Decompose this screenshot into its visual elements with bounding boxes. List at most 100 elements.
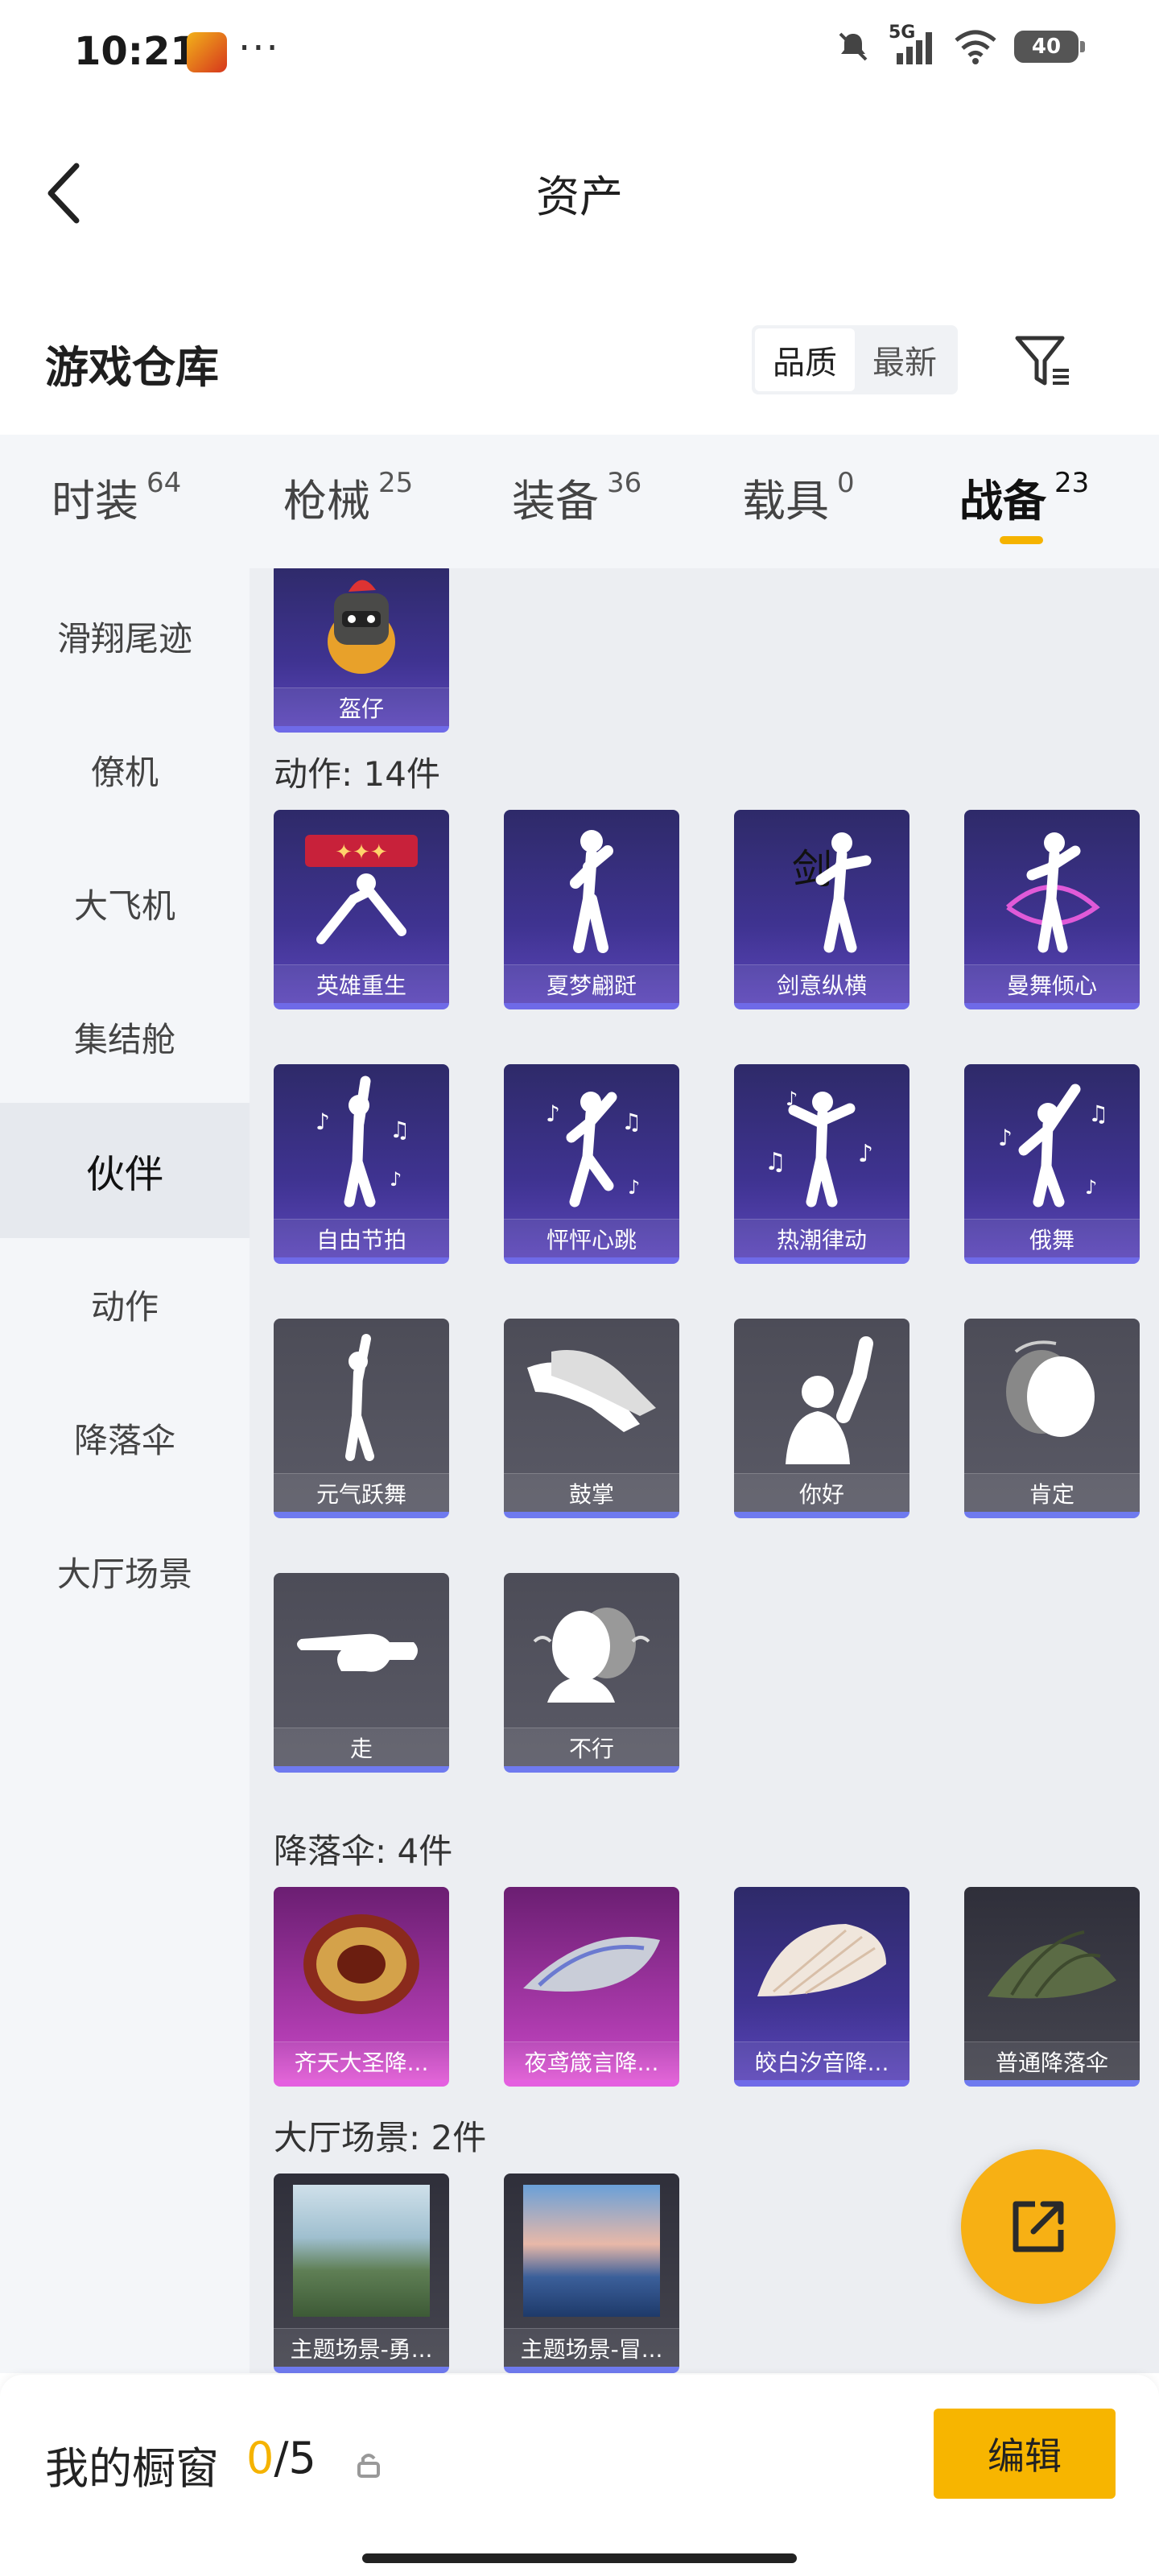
tab-label: 战备 — [959, 476, 1046, 526]
svg-text:✦✦✦: ✦✦✦ — [335, 840, 387, 865]
filter-icon — [1015, 336, 1069, 386]
showcase-count: 0/5 — [246, 2433, 316, 2483]
showcase-label: 我的橱窗 — [45, 2443, 219, 2494]
showcase-current: 0 — [246, 2433, 274, 2483]
item-name: 怦怦心跳 — [504, 1219, 679, 1257]
jump-dance-image — [274, 1319, 449, 1473]
sidebar-item-glide-trail[interactable]: 滑翔尾迹 — [0, 568, 250, 704]
external-link-icon — [1013, 2201, 1064, 2252]
item-name: 你好 — [734, 1473, 909, 1512]
item-tile-action[interactable]: 剑 剑意纵横 — [734, 810, 909, 1009]
app-header: 资产 — [0, 105, 1159, 274]
warehouse-title: 游戏仓库 — [45, 342, 219, 393]
showcase-bar: 我的橱窗 0/5 编辑 — [0, 2375, 1159, 2576]
dancer-notes-image: ♫ ♪ ♪ — [734, 1064, 909, 1219]
golden-parachute-image — [274, 1887, 449, 2041]
item-tile-action[interactable]: 不行 — [504, 1573, 679, 1773]
item-tile-lobby-scene[interactable]: 主题场景-冒... — [504, 2174, 679, 2373]
section-parachutes-label: 降落伞: 4件 — [274, 1831, 453, 1871]
item-tile-action[interactable]: 鼓掌 — [504, 1319, 679, 1518]
item-tile-action[interactable]: ♪ ♫ ♪ 自由节拍 — [274, 1064, 449, 1264]
item-name: 肯定 — [964, 1473, 1140, 1512]
item-name: 盔仔 — [274, 687, 449, 726]
active-tab-indicator — [1000, 536, 1043, 544]
tab-battle-prep[interactable]: 战备 23 — [959, 465, 1089, 529]
item-tile-action[interactable]: 元气跃舞 — [274, 1319, 449, 1518]
dancer-swirl-image — [964, 810, 1140, 964]
svg-text:♪: ♪ — [390, 1168, 402, 1191]
item-tile-parachute[interactable]: 皎白汐音降... — [734, 1887, 909, 2087]
silver-wing-parachute-image — [504, 1887, 679, 2041]
section-actions-label: 动作: 14件 — [274, 754, 440, 794]
item-tile-partner[interactable]: 盔仔 — [274, 568, 449, 733]
sidebar-item-lobby-scene[interactable]: 大厅场景 — [0, 1504, 250, 1639]
item-tile-parachute[interactable]: 夜鸢箴言降... — [504, 1887, 679, 2087]
item-name: 俄舞 — [964, 1219, 1140, 1257]
warehouse-row: 游戏仓库 品质 最新 — [0, 306, 1159, 427]
lock-icon — [357, 2454, 380, 2478]
item-name: 皎白汐音降... — [734, 2041, 909, 2080]
dancer-silhouette-image — [504, 810, 679, 964]
sidebar-item-partner[interactable]: 伙伴 — [0, 1103, 250, 1238]
item-tile-action[interactable]: ♪ ♫ ♪ 怦怦心跳 — [504, 1064, 679, 1264]
sidebar-item-big-plane[interactable]: 大飞机 — [0, 836, 250, 971]
game-app-icon — [187, 32, 227, 72]
shaking-head-image — [504, 1573, 679, 1728]
item-tile-action[interactable]: ✦✦✦ 英雄重生 — [274, 810, 449, 1009]
item-name: 主题场景-冒... — [504, 2328, 679, 2367]
sort-toggle: 品质 最新 — [752, 325, 958, 394]
filter-button[interactable] — [1011, 330, 1075, 394]
item-name: 剑意纵横 — [734, 964, 909, 1003]
svg-text:♫: ♫ — [621, 1108, 641, 1135]
page-title: 资产 — [536, 171, 623, 222]
item-tile-lobby-scene[interactable]: 主题场景-勇... — [274, 2174, 449, 2373]
svg-text:♫: ♫ — [765, 1148, 786, 1176]
item-tile-action[interactable]: 肯定 — [964, 1319, 1140, 1518]
item-name: 夜鸢箴言降... — [504, 2041, 679, 2080]
sidebar-item-actions[interactable]: 动作 — [0, 1236, 250, 1372]
tab-fashion[interactable]: 时装 64 — [52, 465, 181, 529]
category-tabs: 时装 64 枪械 25 装备 36 载具 0 战备 23 — [0, 435, 1159, 568]
item-tile-action[interactable]: 走 — [274, 1573, 449, 1773]
item-tile-action[interactable]: 你好 — [734, 1319, 909, 1518]
svg-text:剑: 剑 — [792, 846, 832, 893]
svg-text:♪: ♪ — [316, 1108, 330, 1135]
svg-text:♪: ♪ — [546, 1100, 560, 1127]
tab-guns[interactable]: 枪械 25 — [283, 465, 413, 529]
item-tile-action[interactable]: ♪ ♫ ♪ 俄舞 — [964, 1064, 1140, 1264]
sort-newest-button[interactable]: 最新 — [855, 328, 955, 391]
dancer-notes-image: ♪ ♫ ♪ — [274, 1064, 449, 1219]
mountain-scene-image — [274, 2174, 449, 2328]
tab-label: 时装 — [52, 476, 138, 526]
sidebar-item-assembly-pod[interactable]: 集结舱 — [0, 969, 250, 1104]
share-fab-button[interactable] — [961, 2149, 1116, 2304]
item-tile-action[interactable]: 曼舞倾心 — [964, 810, 1140, 1009]
wifi-icon — [955, 30, 996, 64]
tab-equipment[interactable]: 装备 36 — [512, 465, 641, 529]
sidebar-item-wingman[interactable]: 僚机 — [0, 702, 250, 837]
item-tile-action[interactable]: ♫ ♪ ♪ 热潮律动 — [734, 1064, 909, 1264]
item-name: 主题场景-勇... — [274, 2328, 449, 2367]
tab-count: 36 — [607, 467, 642, 499]
tab-label: 装备 — [512, 476, 599, 526]
nodding-head-image — [964, 1319, 1140, 1473]
item-name: 英雄重生 — [274, 964, 449, 1003]
sidebar-item-parachute[interactable]: 降落伞 — [0, 1370, 250, 1505]
chick-mascot-image — [274, 568, 449, 687]
sword-dance-image: 剑 — [734, 810, 909, 964]
shell-parachute-image — [734, 1887, 909, 2041]
svg-text:♪: ♪ — [998, 1125, 1013, 1151]
section-lobby-label: 大厅场景: 2件 — [274, 2118, 487, 2157]
item-tile-parachute[interactable]: 普通降落伞 — [964, 1887, 1140, 2087]
svg-text:♪: ♪ — [858, 1140, 873, 1168]
item-tile-parachute[interactable]: 齐天大圣降... — [274, 1887, 449, 2087]
item-name: 不行 — [504, 1728, 679, 1766]
edit-button[interactable]: 编辑 — [934, 2409, 1116, 2499]
sort-quality-button[interactable]: 品质 — [755, 328, 855, 391]
svg-text:♫: ♫ — [1088, 1100, 1108, 1127]
status-icons: 5G 40 — [834, 23, 1085, 66]
item-name: 自由节拍 — [274, 1219, 449, 1257]
tab-vehicles[interactable]: 载具 0 — [742, 465, 855, 529]
item-tile-action[interactable]: 夏梦翩跹 — [504, 810, 679, 1009]
home-indicator[interactable] — [362, 2553, 797, 2563]
